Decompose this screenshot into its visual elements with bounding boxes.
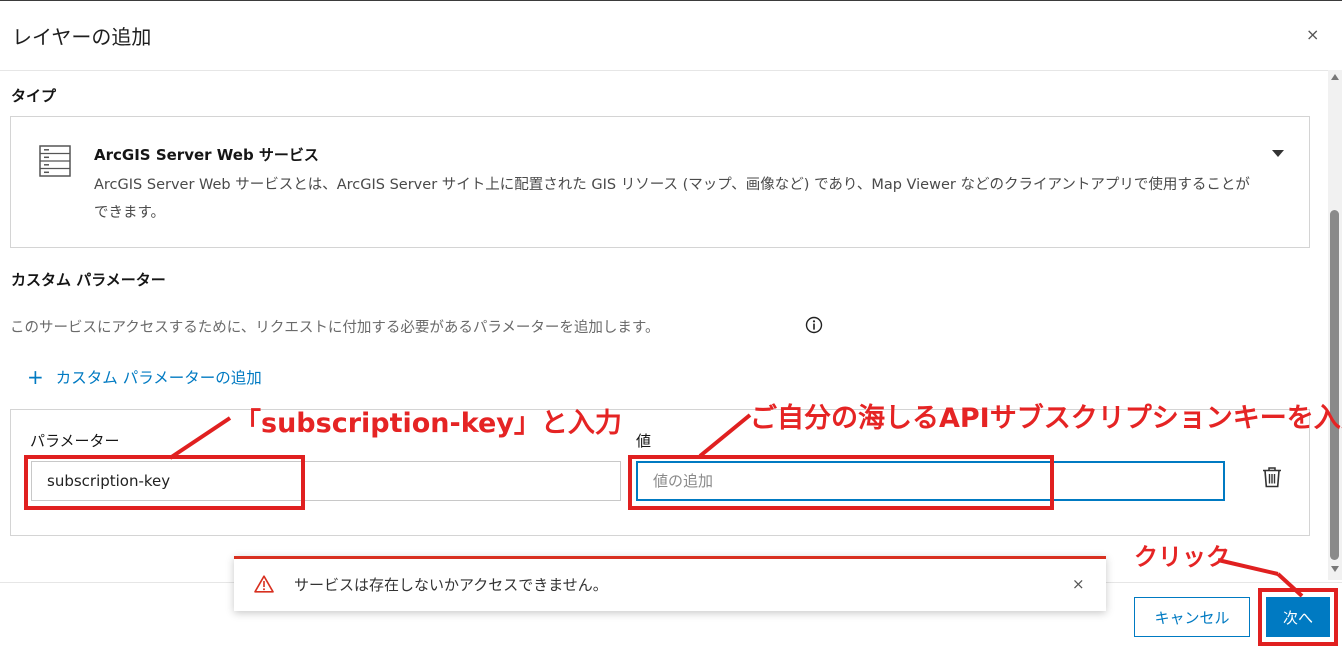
annotation-box-next [1258, 588, 1338, 646]
annotation-param-note: 「subscription-key」と入力 [234, 408, 622, 439]
trash-icon[interactable] [1261, 466, 1283, 488]
add-custom-parameter-link[interactable]: + カスタム パラメーターの追加 [27, 366, 262, 388]
server-icon [39, 145, 71, 177]
add-custom-parameter-label: カスタム パラメーターの追加 [55, 369, 262, 387]
scrollbar-thumb[interactable] [1330, 210, 1339, 560]
value-field-label: 値 [636, 432, 652, 450]
custom-params-label: カスタム パラメーター [11, 271, 166, 289]
annotation-click-note: クリック [1134, 543, 1230, 571]
dialog-title: レイヤーの追加 [12, 25, 152, 49]
scroll-up-arrow-icon[interactable] [1331, 74, 1339, 80]
toast-close-icon[interactable]: × [1072, 575, 1085, 593]
service-type-dropdown[interactable]: ArcGIS Server Web サービス ArcGIS Server Web… [10, 116, 1310, 248]
annotation-box-value [628, 455, 1054, 510]
chevron-down-icon[interactable] [1272, 150, 1284, 157]
toast-message: サービスは存在しないかアクセスできません。 [294, 576, 608, 594]
dialog-header: レイヤーの追加 × [0, 1, 1342, 71]
cancel-button[interactable]: キャンセル [1134, 597, 1250, 637]
scroll-down-arrow-icon[interactable] [1331, 566, 1339, 572]
service-type-description: ArcGIS Server Web サービスとは、ArcGIS Server サ… [94, 177, 1250, 221]
annotation-box-parameter [24, 455, 305, 510]
info-icon[interactable] [805, 316, 823, 334]
type-section-label: タイプ [11, 87, 57, 105]
annotation-value-note: ご自分の海しるAPIサブスクリプションキーを入力 [750, 403, 1342, 434]
warning-icon [254, 575, 274, 593]
plus-icon: + [27, 365, 44, 389]
close-icon[interactable]: × [1306, 25, 1319, 44]
error-toast: サービスは存在しないかアクセスできません。 × [234, 556, 1106, 611]
service-type-title: ArcGIS Server Web サービス [94, 146, 319, 164]
parameter-field-label: パラメーター [30, 432, 120, 450]
custom-params-helper-text: このサービスにアクセスするために、リクエストに付加する必要があるパラメーターを追… [10, 320, 660, 336]
